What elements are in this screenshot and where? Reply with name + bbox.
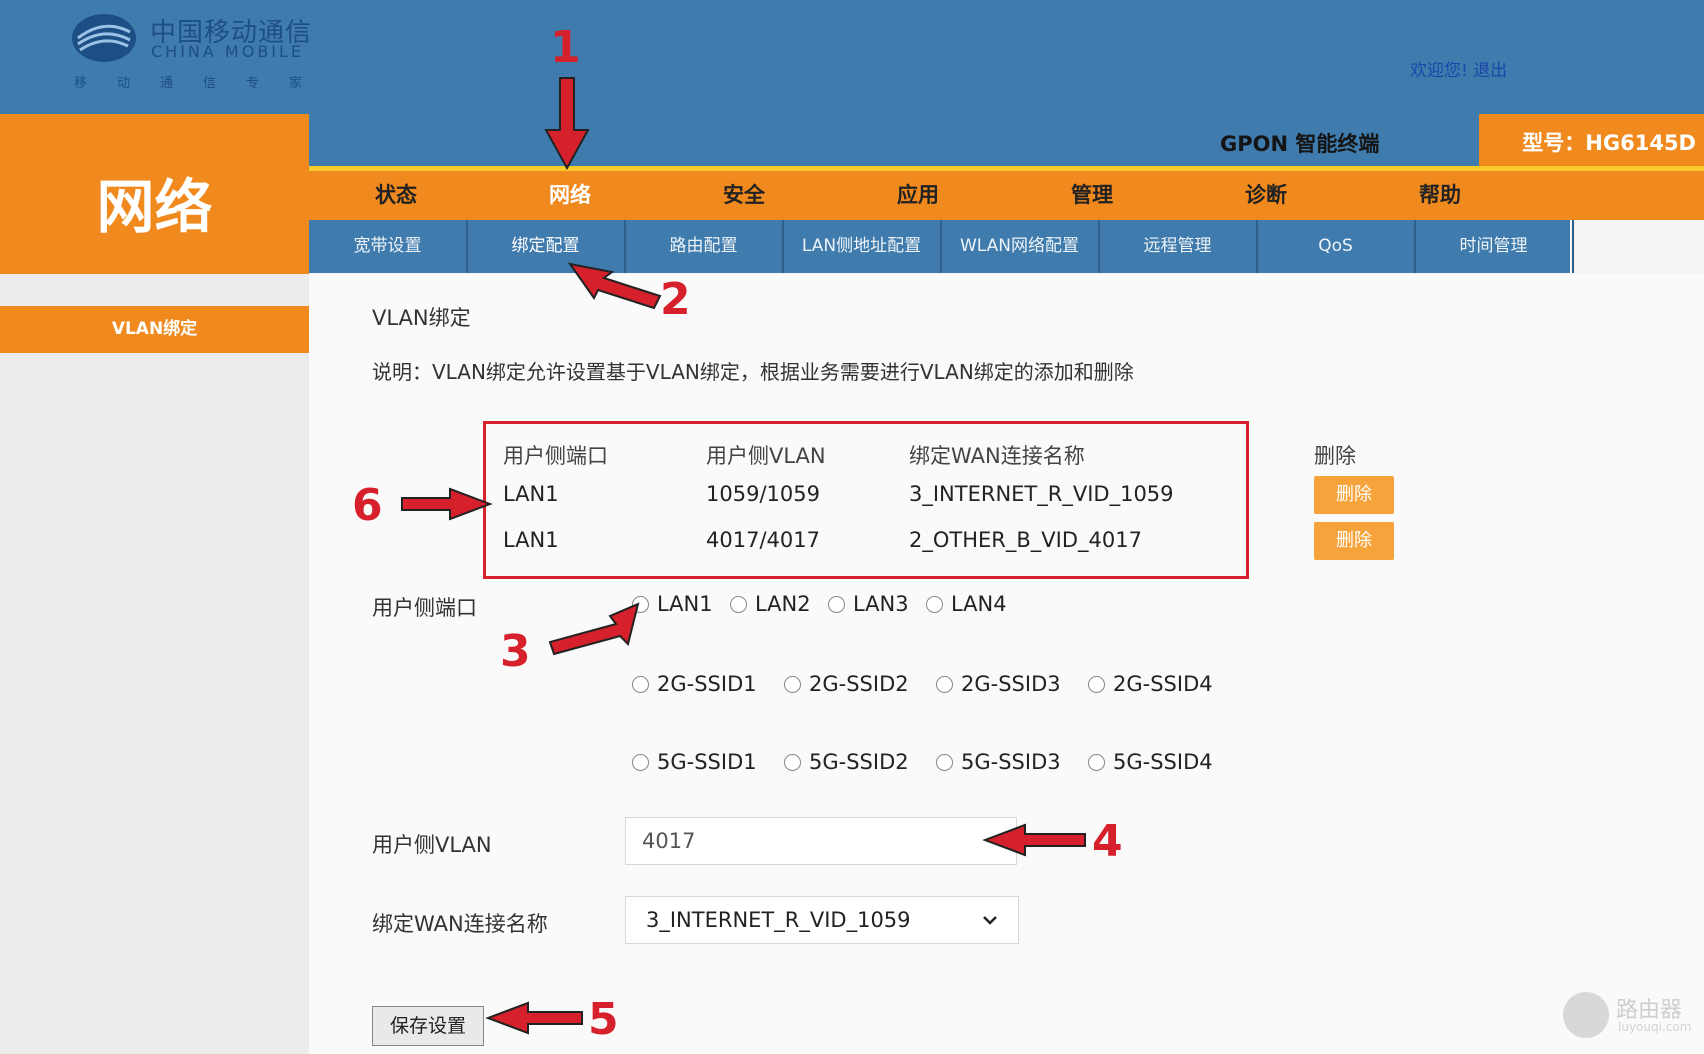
main-nav-help[interactable]: 帮助	[1353, 171, 1527, 220]
tab-qos[interactable]: QoS	[1257, 220, 1416, 273]
col-header-delete: 删除	[1314, 444, 1356, 468]
radio-5g-ssid4[interactable]: 5G-SSID4	[1088, 750, 1213, 774]
radio-circle-icon	[936, 753, 953, 771]
table-cell-wan: 3_INTERNET_R_VID_1059	[909, 482, 1174, 506]
logo-text-en: CHINA MOBILE	[151, 42, 305, 61]
radio-circle-icon	[632, 753, 649, 771]
radio-label: LAN4	[951, 592, 1007, 616]
radio-label: 5G-SSID4	[1113, 750, 1213, 774]
table-cell-port: LAN1	[503, 482, 559, 506]
save-button[interactable]: 保存设置	[372, 1006, 484, 1046]
sidebar-item-vlan-binding[interactable]: VLAN绑定	[0, 306, 309, 353]
watermark-subtext: luyouqi.com	[1618, 1020, 1692, 1034]
logout-link[interactable]: 退出	[1473, 61, 1507, 81]
annotation-number: 5	[588, 994, 619, 1045]
table-cell-vlan: 4017/4017	[706, 528, 820, 552]
radio-circle-icon	[784, 753, 801, 771]
china-mobile-logo-icon	[72, 14, 136, 62]
radio-circle-icon	[1088, 753, 1105, 771]
table-cell-wan: 2_OTHER_B_VID_4017	[909, 528, 1142, 552]
model-number: 型号：HG6145D	[1522, 131, 1696, 155]
radio-2g-ssid4[interactable]: 2G-SSID4	[1088, 672, 1213, 696]
vlan-label: 用户侧VLAN	[372, 833, 492, 857]
radio-label: 5G-SSID1	[657, 750, 757, 774]
tab-binding[interactable]: 绑定配置	[467, 220, 626, 273]
vlan-input[interactable]	[625, 817, 1017, 865]
tab-routing[interactable]: 路由配置	[625, 220, 784, 273]
chevron-down-icon	[983, 916, 997, 925]
welcome-area: 欢迎您! 退出	[1410, 56, 1507, 81]
annotation-number: 4	[1092, 816, 1123, 867]
delete-button[interactable]: 删除	[1314, 522, 1394, 560]
radio-label: 2G-SSID4	[1113, 672, 1213, 696]
radio-label: 5G-SSID3	[961, 750, 1061, 774]
radio-circle-icon	[926, 595, 943, 613]
radio-lan3[interactable]: LAN3	[828, 592, 909, 616]
tab-broadband[interactable]: 宽带设置	[309, 220, 468, 273]
col-header-wan: 绑定WAN连接名称	[909, 444, 1085, 468]
radio-2g-ssid3[interactable]: 2G-SSID3	[936, 672, 1061, 696]
watermark-logo-icon	[1563, 992, 1609, 1038]
radio-label: 2G-SSID1	[657, 672, 757, 696]
section-description: 说明：VLAN绑定允许设置基于VLAN绑定，根据业务需要进行VLAN绑定的添加和…	[372, 360, 1134, 384]
radio-circle-icon	[828, 595, 845, 613]
radio-lan4[interactable]: LAN4	[926, 592, 1007, 616]
radio-2g-ssid1[interactable]: 2G-SSID1	[632, 672, 757, 696]
table-cell-vlan: 1059/1059	[706, 482, 820, 506]
main-nav-application[interactable]: 应用	[831, 171, 1005, 220]
main-nav-security[interactable]: 安全	[657, 171, 831, 220]
col-header-port: 用户侧端口	[503, 444, 608, 468]
radio-circle-icon	[632, 675, 649, 693]
annotation-number: 1	[550, 22, 581, 73]
radio-circle-icon	[730, 595, 747, 613]
main-nav-network[interactable]: 网络	[483, 171, 657, 220]
logo-slogan: 移动通信专家	[74, 76, 333, 91]
radio-2g-ssid2[interactable]: 2G-SSID2	[784, 672, 909, 696]
annotation-number: 2	[660, 274, 691, 325]
section-title: VLAN绑定	[372, 306, 471, 330]
radio-label: LAN2	[755, 592, 811, 616]
radio-label: LAN3	[853, 592, 909, 616]
port-label: 用户侧端口	[372, 596, 477, 620]
tab-time[interactable]: 时间管理	[1415, 220, 1574, 273]
col-header-vlan: 用户侧VLAN	[706, 444, 826, 468]
tab-lan-address[interactable]: LAN侧地址配置	[783, 220, 942, 273]
sidebar	[0, 274, 309, 1054]
radio-label: LAN1	[657, 592, 713, 616]
delete-button[interactable]: 删除	[1314, 476, 1394, 514]
radio-label: 5G-SSID2	[809, 750, 909, 774]
radio-circle-icon	[632, 595, 649, 613]
radio-5g-ssid3[interactable]: 5G-SSID3	[936, 750, 1061, 774]
radio-lan2[interactable]: LAN2	[730, 592, 811, 616]
wan-label: 绑定WAN连接名称	[372, 912, 548, 936]
annotation-number: 3	[500, 626, 531, 677]
radio-circle-icon	[936, 675, 953, 693]
radio-lan1[interactable]: LAN1	[632, 592, 713, 616]
main-nav-management[interactable]: 管理	[1005, 171, 1179, 220]
annotation-number: 6	[352, 480, 383, 531]
radio-circle-icon	[784, 675, 801, 693]
wan-select[interactable]: 3_INTERNET_R_VID_1059	[625, 896, 1019, 944]
page-title: 网络	[96, 173, 213, 241]
wan-selected-value: 3_INTERNET_R_VID_1059	[646, 908, 911, 932]
tab-remote[interactable]: 远程管理	[1099, 220, 1258, 273]
table-cell-port: LAN1	[503, 528, 559, 552]
product-name: GPON 智能终端	[1220, 132, 1380, 156]
radio-5g-ssid1[interactable]: 5G-SSID1	[632, 750, 757, 774]
radio-label: 2G-SSID3	[961, 672, 1061, 696]
main-nav-status[interactable]: 状态	[309, 171, 483, 220]
radio-label: 2G-SSID2	[809, 672, 909, 696]
radio-5g-ssid2[interactable]: 5G-SSID2	[784, 750, 909, 774]
welcome-text: 欢迎您!	[1410, 61, 1468, 81]
tab-wlan[interactable]: WLAN网络配置	[941, 220, 1100, 273]
radio-circle-icon	[1088, 675, 1105, 693]
main-nav-diagnosis[interactable]: 诊断	[1179, 171, 1353, 220]
